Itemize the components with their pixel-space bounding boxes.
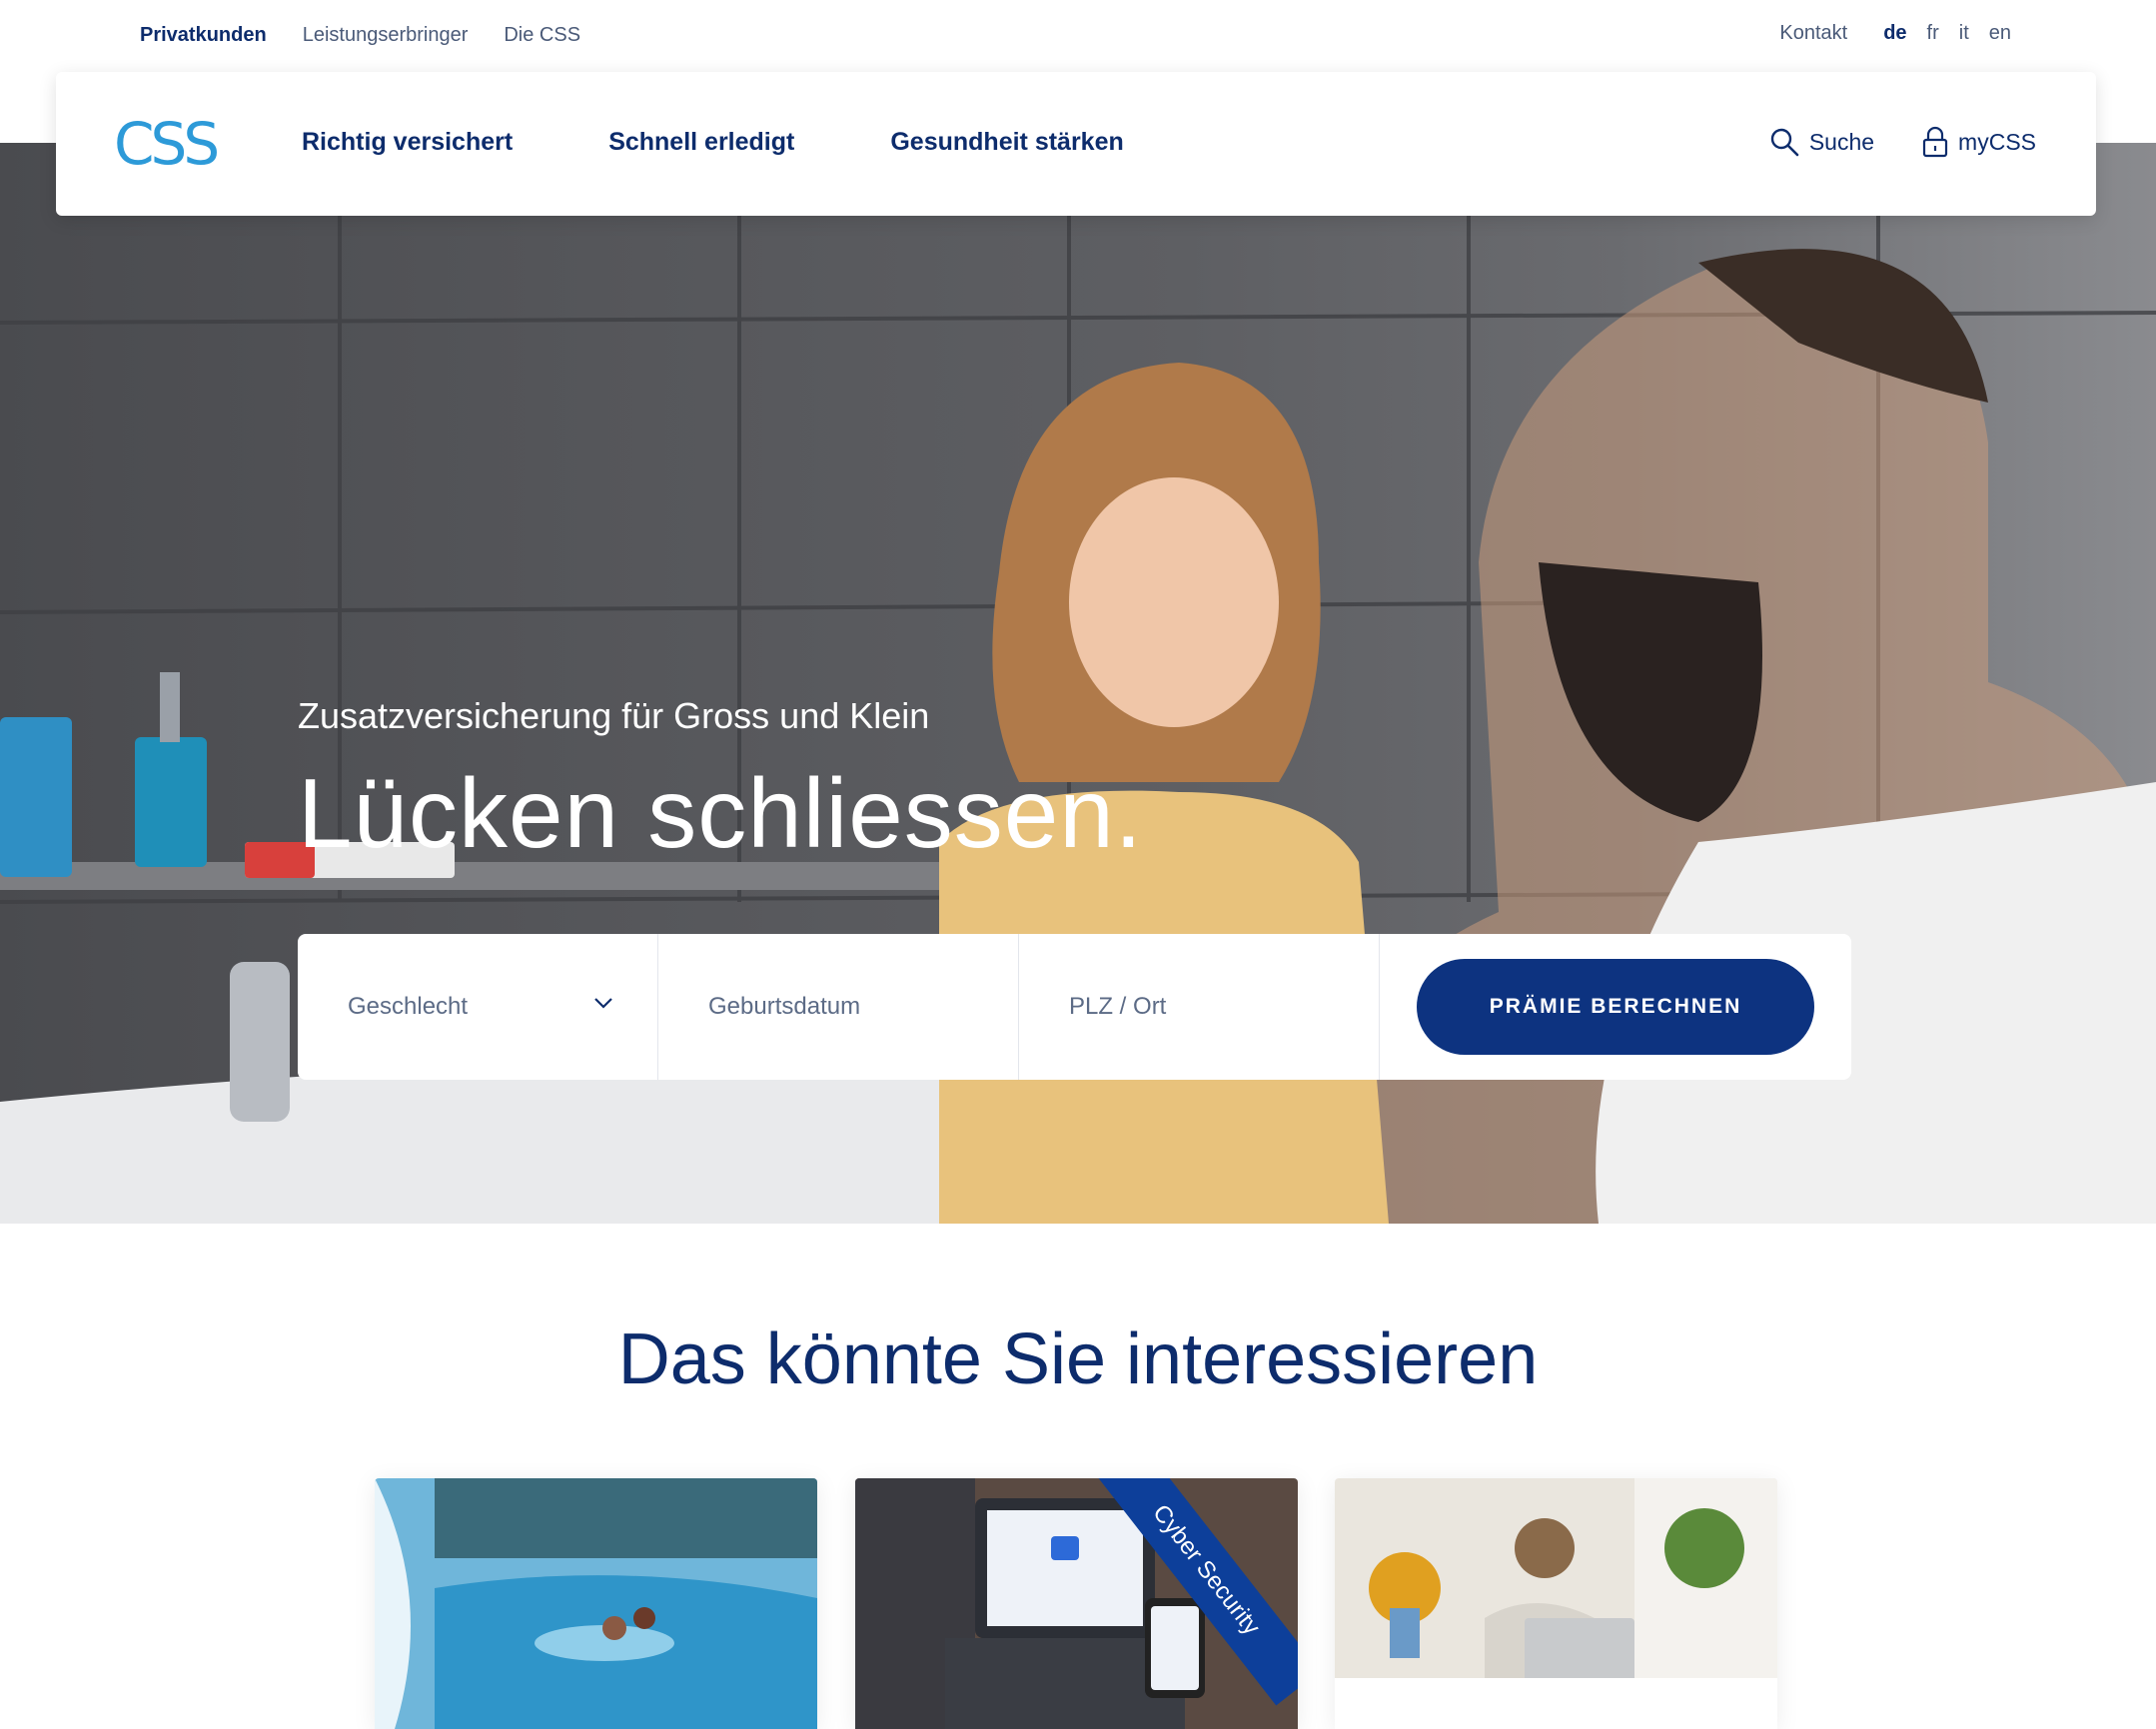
mycss-label: myCSS [1958,128,2036,155]
couple-laptop-image [1335,1478,1777,1729]
meta-tools: Kontakt de fr it en [1779,22,2011,45]
interest-card-1[interactable] [375,1478,817,1729]
audience-nav: Privatkunden Leistungserbringer Die CSS [140,24,580,47]
birthdate-input[interactable]: Geburtsdatum [658,934,1019,1080]
premium-form: Geschlecht Geburtsdatum PLZ / Ort PRÄMIE… [298,934,1851,1080]
interest-card-3[interactable] [1335,1478,1777,1729]
nav-item-gesundheit-staerken[interactable]: Gesundheit stärken [890,128,1123,157]
audience-link-leistungserbringer[interactable]: Leistungserbringer [303,24,469,47]
birthdate-placeholder: Geburtsdatum [708,993,861,1020]
zip-location-placeholder: PLZ / Ort [1069,993,1167,1020]
search-icon [1770,128,1799,157]
language-en[interactable]: en [1989,22,2011,45]
main-nav: Richtig versichert Schnell erledigt Gesu… [302,128,1124,157]
interests-title: Das könnte Sie interessieren [617,1319,1539,1399]
gender-select-value: Geschlecht [348,993,469,1020]
header-tools: Suche myCSS [1769,126,2036,158]
language-it[interactable]: it [1959,22,1969,45]
hero-title: Lücken schliessen. [298,758,1144,868]
hero-subtitle: Zusatzversicherung für Gross und Klein [298,695,930,736]
logo-text: CSS [114,116,217,172]
interest-card-2[interactable]: Cyber Security [855,1478,1298,1729]
calculate-premium-button[interactable]: PRÄMIE BERECHNEN [1417,959,1814,1055]
thermal-pool-image [375,1478,817,1729]
audience-link-privatkunden[interactable]: Privatkunden [140,24,267,47]
lock-icon [1922,126,1948,158]
search-label: Suche [1808,128,1875,155]
nav-item-schnell-erledigt[interactable]: Schnell erledigt [608,128,794,157]
language-de[interactable]: de [1883,22,1906,45]
nav-item-richtig-versichert[interactable]: Richtig versichert [302,128,513,157]
contact-link[interactable]: Kontakt [1779,22,1847,45]
meta-nav: Privatkunden Leistungserbringer Die CSS … [0,0,2156,72]
audience-link-die-css[interactable]: Die CSS [504,24,580,47]
gender-select[interactable]: Geschlecht [298,934,658,1080]
zip-location-input[interactable]: PLZ / Ort [1019,934,1380,1080]
main-header: CSS Richtig versichert Schnell erledigt … [56,72,2096,216]
mycss-button[interactable]: myCSS [1922,126,2036,158]
css-logo[interactable]: CSS [114,116,224,172]
language-fr[interactable]: fr [1927,22,1939,45]
chevron-down-icon [594,998,612,1009]
search-button[interactable]: Suche [1769,127,1874,157]
